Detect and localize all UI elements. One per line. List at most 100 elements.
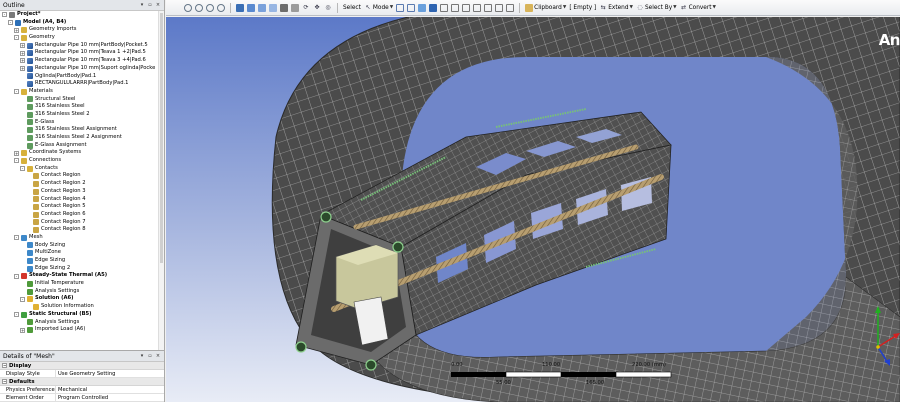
details-section-defaults[interactable]: − Defaults bbox=[0, 378, 164, 386]
tree-node[interactable]: - Steady-State Thermal (A5) bbox=[0, 272, 164, 280]
collapse-icon[interactable]: - bbox=[14, 235, 19, 241]
panel-float-icon[interactable]: ▫ bbox=[147, 2, 153, 8]
tree-node[interactable]: + Imported Load (A6) bbox=[0, 326, 164, 334]
zoom-in-icon[interactable] bbox=[184, 3, 192, 12]
tree-node[interactable]: Contact Region 7 bbox=[0, 219, 164, 227]
details-value[interactable]: Use Geometry Setting bbox=[56, 370, 164, 377]
front-view-icon[interactable] bbox=[247, 3, 255, 12]
tree-node[interactable]: - Materials bbox=[0, 88, 164, 96]
tree-node[interactable]: Contact Region 2 bbox=[0, 180, 164, 188]
collapse-icon[interactable]: - bbox=[2, 12, 7, 18]
tree-node[interactable]: 316 Stainless Steel bbox=[0, 103, 164, 111]
collapse-icon[interactable]: - bbox=[14, 158, 19, 164]
details-value[interactable]: Mechanical bbox=[56, 386, 164, 393]
collapse-icon[interactable]: − bbox=[2, 379, 7, 384]
tree-node[interactable]: Oglinda|PartBody|Pad.1 bbox=[0, 73, 164, 81]
select-node-icon[interactable] bbox=[451, 3, 460, 12]
select-face-element-icon[interactable] bbox=[473, 3, 482, 12]
expand-icon[interactable]: + bbox=[14, 150, 19, 156]
mode-dropdown[interactable]: ↖ Mode ▼ bbox=[364, 4, 393, 12]
collapse-icon[interactable]: - bbox=[14, 273, 19, 279]
tree-node[interactable]: Edge Sizing 2 bbox=[0, 265, 164, 273]
expand-icon[interactable]: + bbox=[20, 58, 25, 64]
graphics-viewport[interactable]: An 0.00 110.00 220.00 (mm) 55.00 165.00 bbox=[166, 17, 900, 402]
select-edge-element-icon[interactable] bbox=[484, 3, 493, 12]
bottom-view-icon[interactable] bbox=[291, 3, 299, 12]
tree-node[interactable]: - Contacts bbox=[0, 165, 164, 173]
details-row[interactable]: Element Order Program Controlled bbox=[0, 394, 164, 402]
expand-icon[interactable]: + bbox=[20, 50, 25, 56]
extend-dropdown[interactable]: ⇆ Extend ▼ bbox=[599, 4, 633, 12]
tree-node[interactable]: RECTANGULULARRR|PartBody|Pad.1 bbox=[0, 80, 164, 88]
panel-float-icon[interactable]: ▫ bbox=[147, 353, 153, 359]
rotate-icon[interactable]: ⟳ bbox=[302, 4, 310, 12]
tree-node[interactable]: + Rectangular Pipe 10 mm|Teava 3 +4|Pad.6 bbox=[0, 57, 164, 65]
collapse-icon[interactable]: - bbox=[14, 89, 19, 95]
tree-node[interactable]: - Model (A4, B4) bbox=[0, 19, 164, 27]
panel-menu-icon[interactable]: ▾ bbox=[139, 353, 145, 359]
expand-icon[interactable]: + bbox=[14, 27, 19, 33]
tree-node[interactable]: MultiZone bbox=[0, 249, 164, 257]
collapse-icon[interactable]: − bbox=[2, 363, 7, 368]
zoom-fit-icon[interactable] bbox=[217, 3, 225, 12]
select-body-icon[interactable] bbox=[429, 3, 438, 12]
tree-node[interactable]: Solution Information bbox=[0, 303, 164, 311]
tree-node[interactable]: Contact Region 4 bbox=[0, 196, 164, 204]
convert-dropdown[interactable]: ⇄ Convert ▼ bbox=[680, 4, 716, 12]
iso-view-icon[interactable] bbox=[236, 3, 244, 12]
back-view-icon[interactable] bbox=[280, 3, 288, 12]
tree-node[interactable]: Contact Region bbox=[0, 172, 164, 180]
details-value[interactable]: Program Controlled bbox=[56, 394, 164, 401]
collapse-icon[interactable]: - bbox=[20, 296, 25, 302]
tree-node[interactable]: 316 Stainless Steel Assignment bbox=[0, 126, 164, 134]
tree-node[interactable]: + Geometry Imports bbox=[0, 26, 164, 34]
tree-node[interactable]: + Rectangular Pipe 10 mm|Suport oglinda|P… bbox=[0, 65, 164, 73]
tree-node[interactable]: Structural Steel bbox=[0, 96, 164, 104]
tree-node[interactable]: Analysis Settings bbox=[0, 288, 164, 296]
collapse-icon[interactable]: - bbox=[14, 312, 19, 318]
tree-node[interactable]: Contact Region 3 bbox=[0, 188, 164, 196]
tree-node[interactable]: Edge Sizing bbox=[0, 257, 164, 265]
outline-scrollbar[interactable] bbox=[158, 11, 164, 350]
select-mesh-icon[interactable] bbox=[462, 3, 471, 12]
tree-node[interactable]: + Rectangular Pipe 10 mm|PartBody|Pocket.… bbox=[0, 42, 164, 50]
tree-node[interactable]: 316 Stainless Steel 2 bbox=[0, 111, 164, 119]
pan-icon[interactable]: ✥ bbox=[313, 4, 321, 12]
select-face-icon[interactable] bbox=[418, 3, 427, 12]
tree-node[interactable]: - Connections bbox=[0, 157, 164, 165]
tree-node[interactable]: - Project* bbox=[0, 11, 164, 19]
tree-node[interactable]: - Solution (A6) bbox=[0, 295, 164, 303]
collapse-icon[interactable]: - bbox=[20, 166, 25, 172]
tree-node[interactable]: - Static Structural (B5) bbox=[0, 311, 164, 319]
tree-node[interactable]: - Geometry bbox=[0, 34, 164, 42]
panel-close-icon[interactable]: × bbox=[155, 2, 161, 8]
zoom-out-icon[interactable] bbox=[195, 3, 203, 12]
tree-node[interactable]: E-Glass bbox=[0, 119, 164, 127]
details-section-display[interactable]: − Display bbox=[0, 362, 164, 370]
tree-node[interactable]: + Coordinate Systems bbox=[0, 149, 164, 157]
select-body-element-icon[interactable] bbox=[495, 3, 504, 12]
select-button[interactable]: Select bbox=[343, 5, 361, 11]
select-by-dropdown[interactable]: ◌ Select By ▼ bbox=[636, 4, 676, 12]
panel-close-icon[interactable]: × bbox=[155, 353, 161, 359]
side-view-icon[interactable] bbox=[269, 3, 277, 12]
look-at-icon[interactable]: ◎ bbox=[324, 4, 332, 12]
expand-icon[interactable]: + bbox=[20, 327, 25, 333]
select-element-icon[interactable] bbox=[440, 3, 449, 12]
tree-node[interactable]: Contact Region 6 bbox=[0, 211, 164, 219]
expand-icon[interactable]: + bbox=[20, 66, 25, 72]
clipboard-dropdown[interactable]: Clipboard ▼ bbox=[525, 3, 566, 12]
tree-node[interactable]: - Mesh bbox=[0, 234, 164, 242]
tree-node[interactable]: + Rectangular Pipe 10 mm|Teava 1 +2|Pad.5 bbox=[0, 49, 164, 57]
select-point-icon[interactable] bbox=[396, 3, 405, 12]
select-all-icon[interactable] bbox=[506, 3, 515, 12]
tree-node[interactable]: Contact Region 5 bbox=[0, 203, 164, 211]
details-row[interactable]: Physics Preference Mechanical bbox=[0, 386, 164, 394]
select-edge-icon[interactable] bbox=[407, 3, 416, 12]
zoom-box-icon[interactable] bbox=[206, 3, 214, 12]
collapse-icon[interactable]: - bbox=[14, 35, 19, 41]
tree-node[interactable]: Analysis Settings bbox=[0, 319, 164, 327]
scrollbar-thumb[interactable] bbox=[160, 13, 163, 263]
top-view-icon[interactable] bbox=[258, 3, 266, 12]
expand-icon[interactable]: + bbox=[20, 43, 25, 49]
